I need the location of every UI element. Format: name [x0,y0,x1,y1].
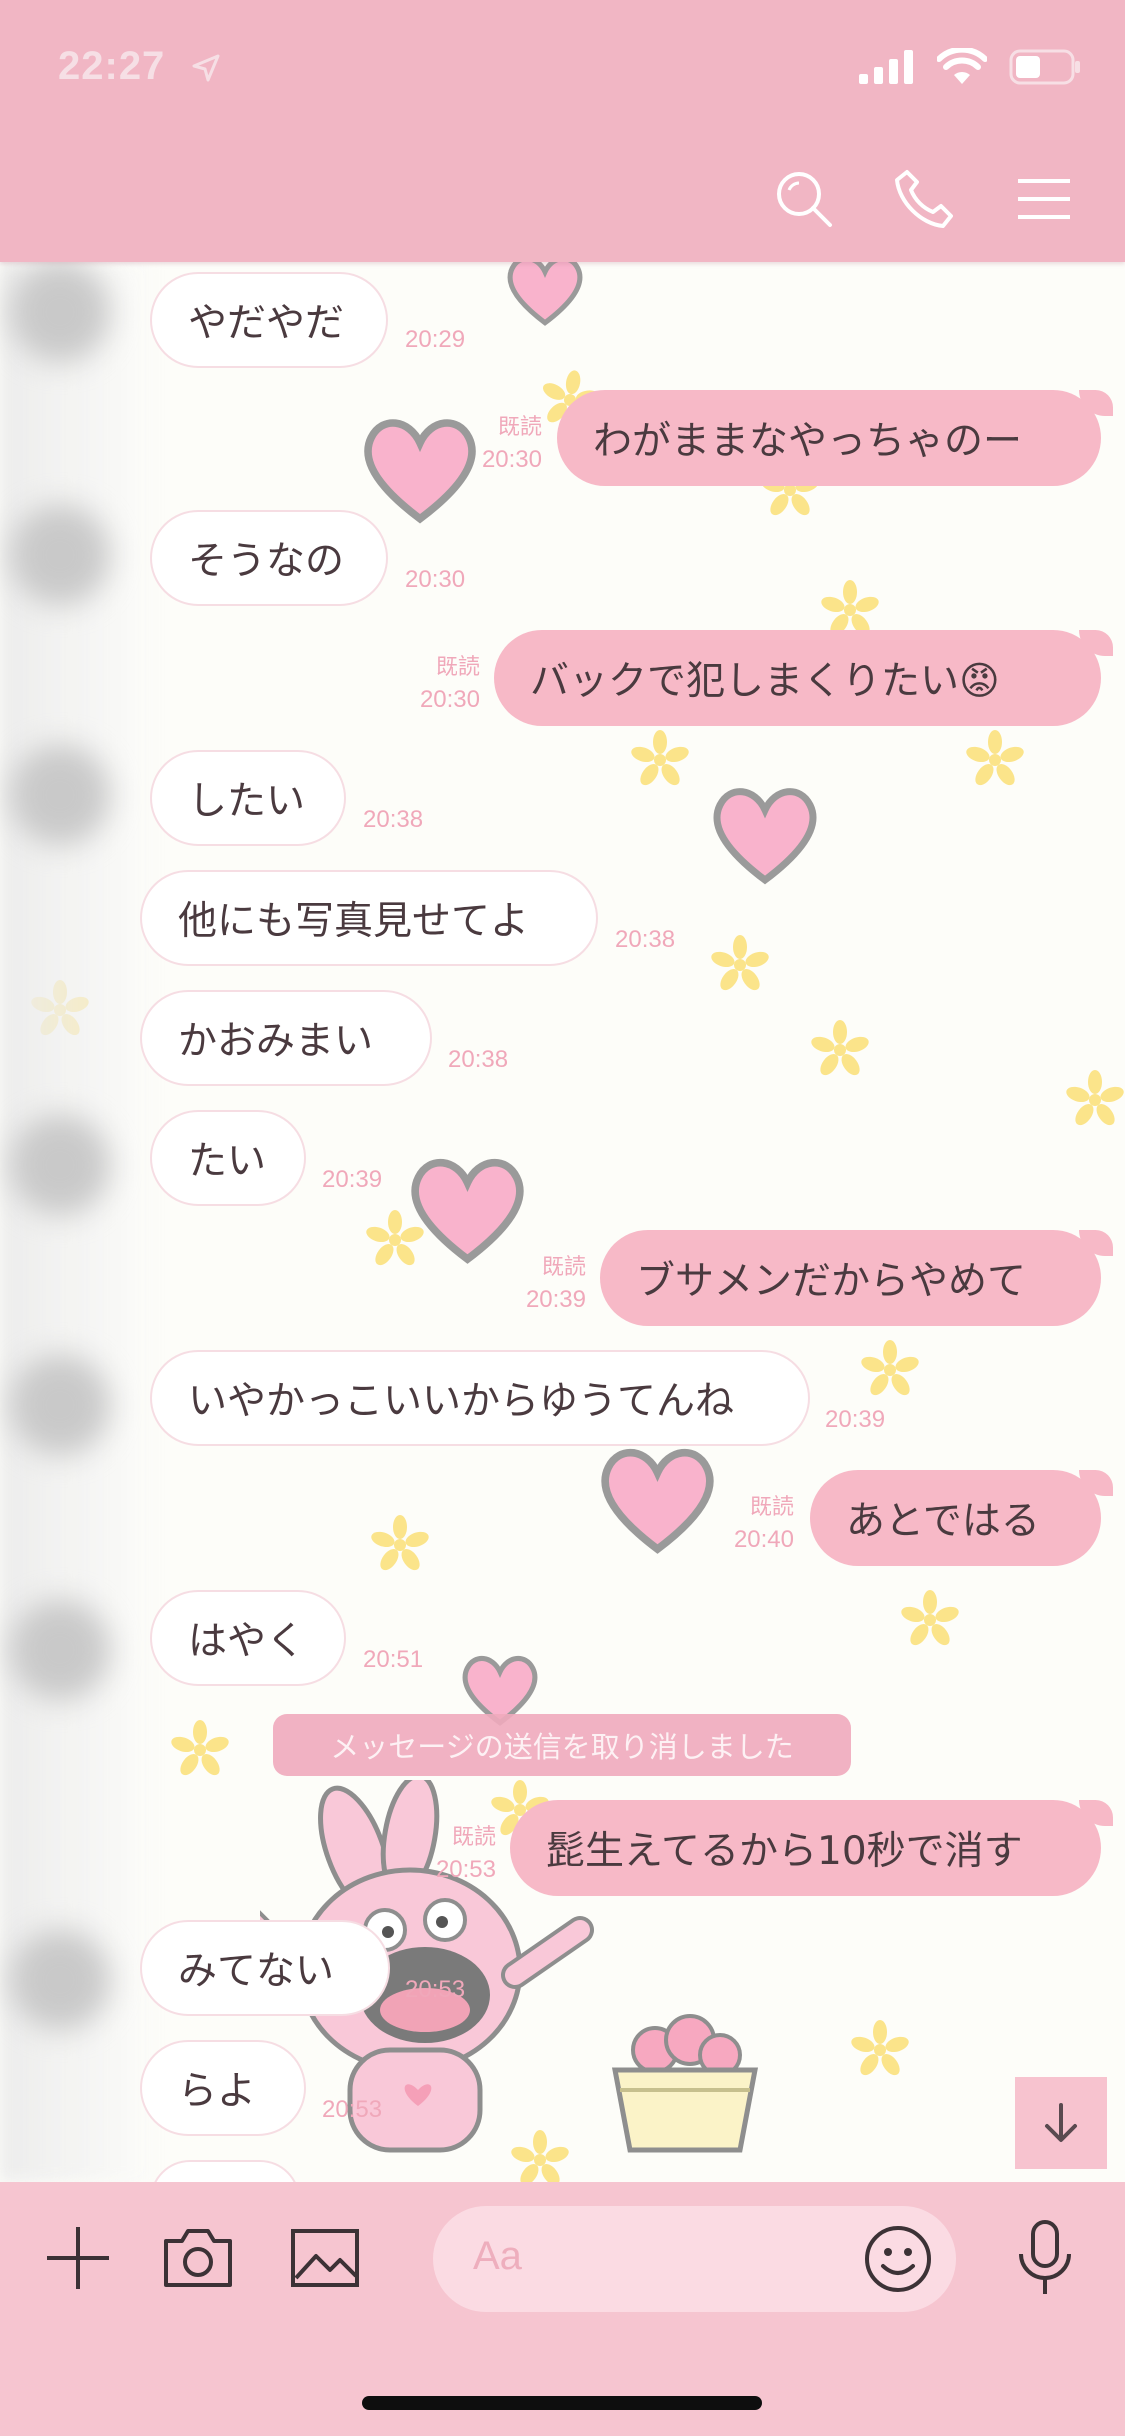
message-text: やだやだ [188,301,345,346]
hamburger-menu-icon [1018,179,1070,219]
flower-decoration [964,730,1026,790]
avatar[interactable] [10,1600,110,1700]
avatar[interactable] [10,262,110,362]
message-bubble-sent[interactable]: あとではる [810,1470,1113,1566]
message-time: 20:38 [615,926,676,953]
message-bubble-sent[interactable]: バックで犯しまくりたい😡 [494,630,1113,726]
message-text: みてない [178,1949,335,1994]
message-time: 20:53 [405,1976,466,2003]
message-bubble-sent[interactable]: 髭生えてるから10秒で消す [510,1800,1113,1896]
menu-button[interactable] [1013,168,1075,230]
message-bubble-sent[interactable]: わがままなやっちゃのー [557,390,1113,486]
flower-decoration [369,1515,431,1575]
message-text: かおみまい [178,1019,374,1064]
home-indicator [362,2396,762,2410]
read-receipt: 既読 20:30 [419,655,480,713]
battery-icon [1009,49,1080,85]
message-text: 髭生えてるから10秒で消す [546,1829,1023,1874]
message-bubble-received[interactable]: みてない [140,1920,390,2016]
message-time: 20:30 [405,566,466,593]
message-time: 20:29 [405,326,466,353]
message-text: あとではる [846,1499,1040,1544]
message-text: そうなの [188,539,345,584]
flower-decoration [1064,1070,1125,1130]
phone-icon [895,170,953,228]
message-bubble-received[interactable]: はやく [150,1590,346,1686]
avatar[interactable] [10,1355,110,1455]
emoji-button[interactable] [863,2224,933,2294]
message-text: バックで犯しまくりたい😡 [530,659,1000,704]
message-bubble-received[interactable]: やだやだ [150,272,388,368]
message-time: 20:53 [322,2096,383,2123]
image-icon [291,2229,359,2287]
message-bubble-received[interactable]: たい [150,1110,306,1206]
signal-icon [859,50,913,84]
flower-decoration [629,730,691,790]
camera-button[interactable] [158,2218,238,2298]
plus-icon [47,2227,109,2289]
scroll-to-bottom-button[interactable] [1015,2077,1107,2169]
message-input[interactable]: Aa [433,2206,956,2312]
chat-header: 22:27 [0,0,1125,262]
read-receipt: 既読 20:39 [525,1255,586,1313]
heart-decoration [713,788,817,885]
message-bubble-received[interactable]: かおみまい [140,990,432,1086]
message-input-placeholder: Aa [473,2234,522,2278]
message-bubble-received[interactable]: したい [150,750,346,846]
smiley-icon [865,2226,931,2292]
avatar[interactable] [10,505,110,605]
message-text: わがままなやっちゃのー [593,419,1023,464]
add-button[interactable] [38,2218,118,2298]
message-bubble-received[interactable]: 他にも写真見せてよ [140,870,598,966]
avatar[interactable] [10,745,110,845]
flower-decoration [859,1340,921,1400]
heart-decoration [507,256,583,326]
message-bubble-sent[interactable]: ブサメンだからやめて [600,1230,1113,1326]
avatar[interactable] [10,1930,110,2030]
message-text: ブサメンだからやめて [636,1259,1027,1304]
message-text: はやく [188,1619,306,1664]
flower-decoration [849,2020,911,2080]
status-time: 22:27 [58,44,166,88]
message-text: たい [188,1139,267,1184]
flower-decoration [809,1020,871,1080]
read-receipt: 既読 20:30 [481,415,542,473]
system-message-unsent: メッセージの送信を取り消しました [273,1714,851,1776]
message-text: いやかっこいいからゆうてんね [188,1379,735,1424]
location-arrow-icon [190,52,222,88]
search-button[interactable] [773,168,835,230]
microphone-icon [1019,2220,1071,2294]
wifi-icon [937,48,987,84]
message-bubble-received[interactable]: そうなの [150,510,388,606]
call-button[interactable] [893,168,955,230]
heart-basket-illustration [611,2014,759,2153]
message-time: 20:38 [363,806,424,833]
message-bubble-received[interactable]: いやかっこいいからゆうてんね [150,1350,810,1446]
camera-icon [164,2229,232,2287]
read-receipt: 既読 20:53 [435,1825,496,1883]
message-text: らよ [178,2069,257,2114]
arrow-down-icon [1045,2103,1077,2142]
message-time: 20:38 [448,1046,509,1073]
voice-button[interactable] [1005,2218,1085,2298]
read-receipt: 既読 20:40 [733,1495,794,1553]
message-time: 20:39 [322,1166,383,1193]
flower-decoration [169,1720,231,1780]
message-text: したい [188,779,306,824]
flower-decoration [709,935,771,995]
message-time: 20:39 [825,1406,886,1433]
message-bubble-received[interactable]: らよ [140,2040,306,2136]
message-time: 20:51 [363,1646,424,1673]
photo-button[interactable] [285,2218,365,2298]
message-text: 他にも写真見せてよ [178,899,530,944]
flower-decoration [899,1590,961,1650]
avatar[interactable] [10,1115,110,1215]
search-icon [777,172,832,227]
